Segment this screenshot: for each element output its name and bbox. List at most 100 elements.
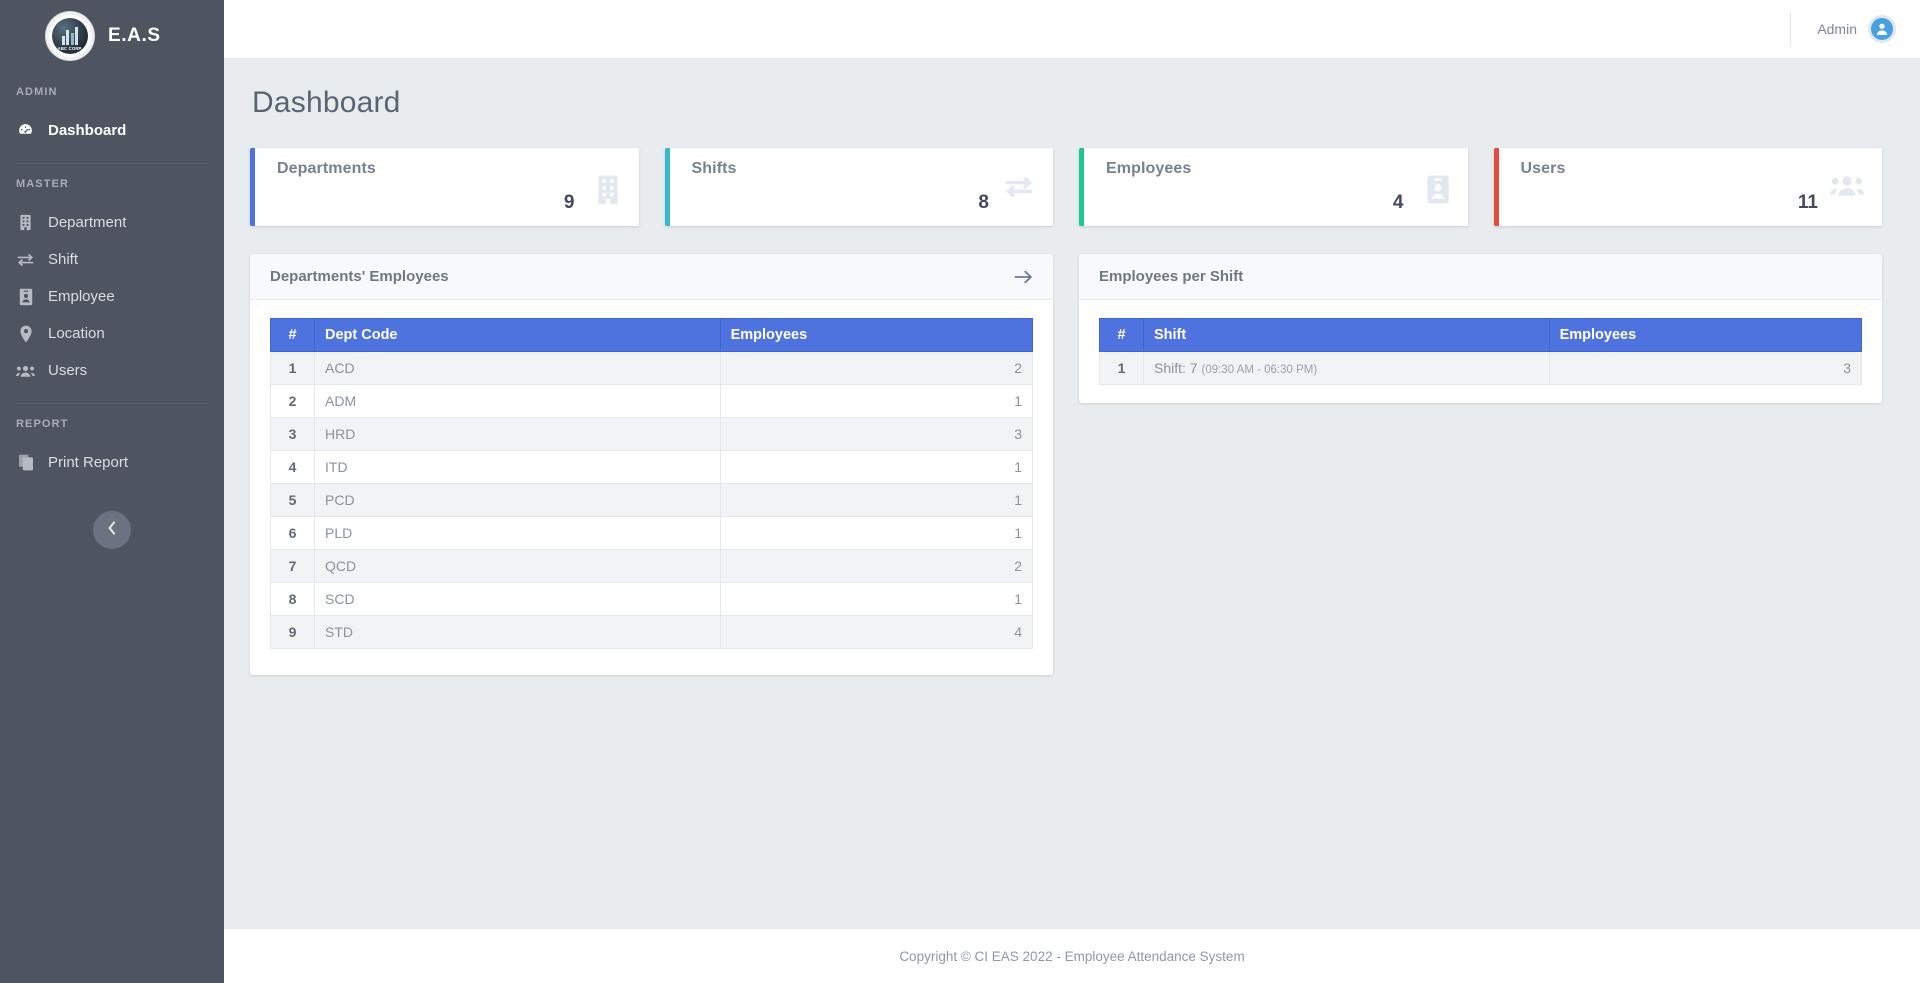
nav-section-report-title: REPORT: [0, 418, 224, 430]
cell-index: 7: [271, 550, 315, 583]
employees-per-shift-table: # Shift Employees 1Shift: 7 (09:30 AM - …: [1099, 318, 1862, 385]
cell-employees: 3: [1549, 352, 1861, 385]
nav-divider-2: [16, 403, 208, 404]
arrow-right-icon[interactable]: [1014, 269, 1033, 285]
cell-employees: 2: [720, 352, 1032, 385]
cell-dept-code: SCD: [315, 583, 721, 616]
stat-card-value: 8: [978, 192, 989, 214]
cell-dept-code: ITD: [315, 451, 721, 484]
dashboard-panels: Departments' Employees # Dept Code Emp: [250, 254, 1882, 675]
sidebar-item-location[interactable]: Location: [0, 315, 224, 352]
nav-section-admin-title: ADMIN: [0, 86, 224, 98]
app-root: ABC CORP. E.A.S ADMIN Dashboard MASTER D…: [0, 0, 1920, 983]
stat-card-value: 11: [1798, 192, 1818, 214]
cell-index: 1: [271, 352, 315, 385]
panel-body: # Dept Code Employees 1ACD22ADM13HRD34IT…: [250, 300, 1053, 675]
cell-employees: 1: [720, 583, 1032, 616]
cell-employees: 1: [720, 484, 1032, 517]
stat-card-title: Users: [1521, 160, 1861, 178]
stat-card-departments[interactable]: Departments 9: [250, 148, 639, 226]
cell-employees: 1: [720, 451, 1032, 484]
brand[interactable]: ABC CORP. E.A.S: [0, 0, 224, 72]
logo-icon: ABC CORP.: [52, 18, 88, 54]
sidebar-item-users[interactable]: Users: [0, 352, 224, 389]
copy-icon: [16, 453, 35, 472]
shift-label: Shift: 7: [1154, 360, 1198, 376]
users-icon: [1830, 174, 1864, 202]
sidebar-item-employee[interactable]: Employee: [0, 278, 224, 315]
table-row: 8SCD1: [271, 583, 1033, 616]
stat-card-title: Employees: [1106, 160, 1446, 178]
sidebar-item-department[interactable]: Department: [0, 204, 224, 241]
sidebar-item-shift[interactable]: Shift: [0, 241, 224, 278]
cell-dept-code: PCD: [315, 484, 721, 517]
logo-building-icon: [62, 27, 79, 45]
cell-employees: 1: [720, 517, 1032, 550]
sidebar-item-print-report[interactable]: Print Report: [0, 444, 224, 481]
building-icon: [16, 213, 35, 232]
stat-card-value: 4: [1393, 192, 1404, 214]
id-card-icon: [1426, 174, 1450, 210]
sidebar-item-label: Print Report: [48, 455, 128, 470]
column-header-index: #: [1100, 319, 1144, 352]
exchange-icon: [16, 250, 35, 269]
sidebar-item-label: Users: [48, 363, 87, 378]
id-card-icon: [16, 287, 35, 306]
stat-card-users[interactable]: Users 11: [1494, 148, 1883, 226]
cell-index: 1: [1100, 352, 1144, 385]
building-icon: [595, 174, 621, 211]
departments-employees-table: # Dept Code Employees 1ACD22ADM13HRD34IT…: [270, 318, 1033, 649]
table-row: 5PCD1: [271, 484, 1033, 517]
stat-card-employees[interactable]: Employees 4: [1079, 148, 1468, 226]
cell-dept-code: STD: [315, 616, 721, 649]
logo-caption: ABC CORP.: [52, 46, 88, 51]
stat-card-shifts[interactable]: Shifts 8: [665, 148, 1054, 226]
sidebar-item-label: Shift: [48, 252, 78, 267]
table-header-row: # Shift Employees: [1100, 319, 1862, 352]
cell-index: 4: [271, 451, 315, 484]
topbar: Admin: [224, 0, 1920, 58]
column-header-dept-code: Dept Code: [315, 319, 721, 352]
table-head: # Shift Employees: [1100, 319, 1862, 352]
footer: Copyright © CI EAS 2022 - Employee Atten…: [224, 929, 1920, 983]
table-row: 2ADM1: [271, 385, 1033, 418]
cell-dept-code: ACD: [315, 352, 721, 385]
sidebar-item-label: Employee: [48, 289, 115, 304]
shift-time: (09:30 AM - 06:30 PM): [1201, 364, 1317, 376]
stat-card-value: 9: [564, 192, 575, 214]
column-header-employees: Employees: [1549, 319, 1861, 352]
stat-card-title: Shifts: [692, 160, 1032, 178]
sidebar: ABC CORP. E.A.S ADMIN Dashboard MASTER D…: [0, 0, 224, 983]
cell-dept-code: PLD: [315, 517, 721, 550]
brand-name: E.A.S: [108, 25, 161, 47]
table-row: 7QCD2: [271, 550, 1033, 583]
cell-index: 6: [271, 517, 315, 550]
avatar[interactable]: [1868, 15, 1896, 43]
table-row: 3HRD3: [271, 418, 1033, 451]
cell-shift: Shift: 7 (09:30 AM - 06:30 PM): [1144, 352, 1550, 385]
cell-dept-code: HRD: [315, 418, 721, 451]
user-name-label: Admin: [1817, 21, 1857, 37]
cell-dept-code: ADM: [315, 385, 721, 418]
cell-employees: 4: [720, 616, 1032, 649]
cell-index: 3: [271, 418, 315, 451]
topbar-divider: [1790, 12, 1791, 46]
table-row: 6PLD1: [271, 517, 1033, 550]
user-menu[interactable]: Admin: [1817, 15, 1896, 43]
cell-index: 8: [271, 583, 315, 616]
column-header-index: #: [271, 319, 315, 352]
employees-per-shift-panel: Employees per Shift # Shift Employees: [1079, 254, 1882, 403]
panel-title: Employees per Shift: [1099, 268, 1243, 285]
sidebar-item-dashboard[interactable]: Dashboard: [0, 112, 224, 149]
sidebar-item-label: Dashboard: [48, 123, 126, 138]
nav-section-master-title: MASTER: [0, 178, 224, 190]
table-body: 1ACD22ADM13HRD34ITD15PCD16PLD17QCD28SCD1…: [271, 352, 1033, 649]
nav-divider-1: [16, 163, 208, 164]
main-area: Admin Dashboard Departments 9 Shifts: [224, 0, 1920, 983]
departments-employees-panel: Departments' Employees # Dept Code Emp: [250, 254, 1053, 675]
exchange-icon: [1003, 174, 1035, 205]
table-row: 4ITD1: [271, 451, 1033, 484]
cell-employees: 2: [720, 550, 1032, 583]
sidebar-collapse-button[interactable]: [93, 511, 131, 549]
cell-index: 2: [271, 385, 315, 418]
